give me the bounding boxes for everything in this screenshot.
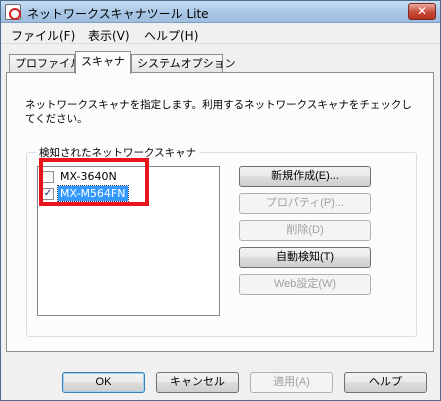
tab-system-options[interactable]: システムオプション [131,54,236,73]
scanner-name: MX-M564FN [57,185,129,202]
menu-file[interactable]: ファイル(F) [11,27,75,44]
group-label: 検知されたネットワークスキャナ [36,145,200,160]
window-title: ネットワークスキャナツール Lite [27,7,209,21]
title-bar[interactable]: ネットワークスキャナツール Lite ✕ [1,1,440,23]
app-window: ネットワークスキャナツール Lite ✕ ファイル(F) 表示(V) ヘルプ(H… [0,0,441,401]
detected-scanners-group: 検知されたネットワークスキャナ MX-3640N ✓ MX-M564FN 新規作… [26,145,417,337]
tab-strip: プロファイル スキャナ システムオプション [1,51,440,74]
menu-view[interactable]: 表示(V) [88,27,130,44]
properties-button[interactable]: プロパティ(P)... [239,193,371,214]
app-icon [5,4,21,20]
cancel-button[interactable]: キャンセル [156,372,239,393]
scanner-checkbox-mx-m564fn[interactable]: ✓ [42,188,54,200]
web-settings-button[interactable]: Web設定(W) [239,274,371,295]
close-icon: ✕ [416,4,428,18]
tab-scanner[interactable]: スキャナ [75,51,131,74]
scanner-checkbox-mx-3640n[interactable] [42,171,54,183]
new-button[interactable]: 新規作成(E)... [239,166,371,187]
scanner-name: MX-3640N [60,170,117,183]
scanner-row-mx-3640n[interactable]: MX-3640N [41,169,211,185]
help-button[interactable]: ヘルプ [344,372,427,393]
tab-profile[interactable]: プロファイル [9,54,81,73]
apply-button[interactable]: 適用(A) [250,372,333,393]
ok-button[interactable]: OK [62,372,145,393]
menu-bar: ファイル(F) 表示(V) ヘルプ(H) [1,24,440,44]
auto-detect-button[interactable]: 自動検知(T) [239,247,371,268]
instructions-text: ネットワークスキャナを指定します。利用するネットワークスキャナをチェックしてくだ… [25,99,412,125]
scanner-tab-panel: ネットワークスキャナを指定します。利用するネットワークスキャナをチェックしてくだ… [6,72,434,352]
scanner-list[interactable]: MX-3640N ✓ MX-M564FN [37,166,220,316]
scanner-row-mx-m564fn[interactable]: ✓ MX-M564FN [41,185,211,202]
menu-help[interactable]: ヘルプ(H) [144,27,198,44]
delete-button[interactable]: 削除(D) [239,220,371,241]
close-button[interactable]: ✕ [408,3,436,20]
